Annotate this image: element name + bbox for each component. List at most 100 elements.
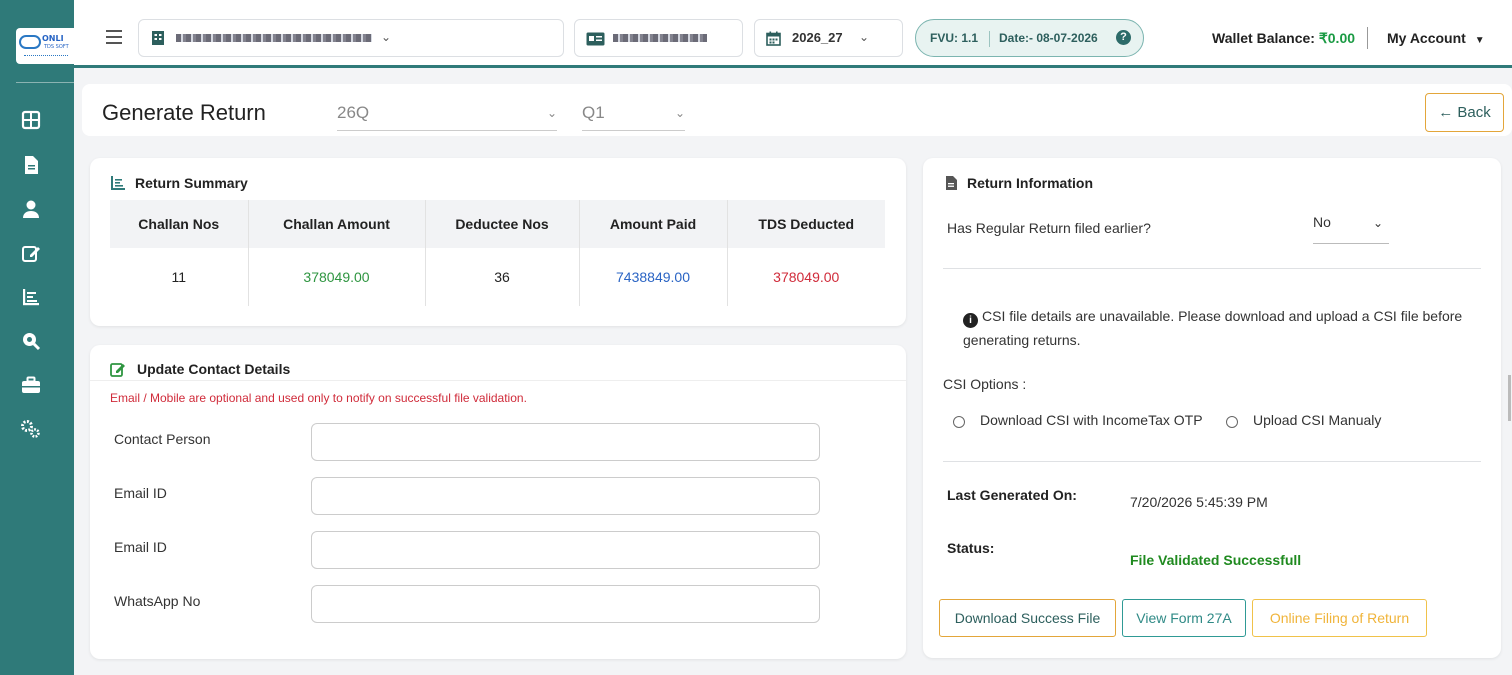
deductee-count: 36 (425, 248, 580, 306)
regular-return-question: Has Regular Return filed earlier? (947, 220, 1151, 236)
topbar-divider (1367, 27, 1368, 49)
csi-download-label[interactable]: Download CSI with IncomeTax OTP (980, 412, 1203, 428)
menu-toggle-icon[interactable] (106, 30, 122, 44)
return-summary-table: Challan Nos Challan Amount Deductee Nos … (110, 200, 885, 306)
return-summary-card: Return Summary Challan Nos Challan Amoun… (90, 158, 906, 326)
divider (943, 268, 1481, 269)
brand-line-1: ONLI (42, 34, 64, 43)
regular-return-select[interactable]: No ⌄ (1313, 214, 1389, 244)
chevron-down-icon: ⌄ (674, 106, 685, 120)
document-icon[interactable] (20, 154, 42, 176)
return-summary-title: Return Summary (135, 175, 248, 191)
csi-upload-radio[interactable] (1226, 416, 1238, 428)
user-icon[interactable] (20, 198, 42, 220)
csi-message: i CSI file details are unavailable. Pleas… (963, 304, 1463, 352)
redacted-tan (613, 34, 707, 42)
chevron-down-icon: ⌄ (1372, 216, 1383, 230)
form-type-select[interactable]: 26Q ⌄ (337, 103, 557, 131)
return-information-card: Return Information Has Regular Return fi… (923, 158, 1501, 658)
csi-download-radio[interactable] (953, 416, 965, 428)
amount-paid: 7438849.00 (579, 248, 728, 306)
whatsapp-label: WhatsApp No (114, 593, 201, 609)
settings-gears-icon[interactable] (20, 418, 42, 440)
csi-options-label: CSI Options : (943, 376, 1027, 392)
back-button-label: Back (1457, 104, 1491, 121)
status-value: File Validated Successfull (1130, 552, 1302, 568)
fvu-version: FVU: 1.1 (930, 31, 979, 45)
my-account-menu[interactable]: My Account ▼ (1387, 30, 1485, 46)
csi-message-text: CSI file details are unavailable. Please… (963, 308, 1463, 348)
tds-deducted: 378049.00 (773, 269, 840, 285)
my-account-label: My Account (1387, 30, 1466, 46)
brand-logo[interactable]: ONLI TDS SOFT (16, 28, 74, 64)
edit-icon[interactable] (20, 242, 42, 264)
sidebar-divider (16, 82, 74, 83)
view-form-27a-button[interactable]: View Form 27A (1122, 599, 1246, 637)
calendar-icon (766, 31, 781, 46)
redacted-deductor-name (176, 34, 372, 42)
csi-upload-label[interactable]: Upload CSI Manualy (1253, 412, 1381, 428)
whatsapp-input[interactable] (311, 585, 820, 623)
search-icon[interactable] (20, 330, 42, 352)
email-label-2: Email ID (114, 539, 167, 555)
info-icon: i (963, 313, 978, 328)
page-header: Generate Return 26Q ⌄ Q1 ⌄ ← Back (82, 84, 1512, 136)
status-label: Status: (947, 540, 995, 556)
regular-return-value: No (1313, 214, 1331, 230)
current-date: Date:- 08-07-2026 (999, 31, 1098, 45)
arrow-left-icon: ← (1438, 104, 1454, 121)
wallet-label: Wallet Balance: (1212, 30, 1315, 46)
divider (943, 461, 1481, 462)
last-generated-value: 7/20/2026 5:45:39 PM (1130, 494, 1268, 510)
logo-dots (24, 55, 68, 58)
cloud-logo-icon (19, 35, 41, 49)
email-field[interactable] (311, 477, 820, 515)
column-header: Challan Amount (248, 200, 426, 248)
edit-icon (110, 363, 125, 377)
last-generated-label: Last Generated On: (947, 487, 1077, 503)
financial-year-value: 2026_27 (792, 30, 843, 45)
contact-details-title: Update Contact Details (137, 361, 291, 377)
contact-note: Email / Mobile are optional and used onl… (110, 391, 527, 405)
id-card-icon (586, 32, 605, 46)
dashboard-icon[interactable] (20, 109, 42, 131)
document-icon (946, 176, 957, 190)
contact-details-card: Update Contact Details Email / Mobile ar… (90, 345, 906, 659)
form-type-value: 26Q (337, 103, 370, 122)
wallet-amount: ₹0.00 (1318, 30, 1356, 46)
contact-person-label: Contact Person (114, 431, 211, 447)
download-success-file-button[interactable]: Download Success File (939, 599, 1116, 637)
return-information-title: Return Information (967, 175, 1093, 191)
column-header: Deductee Nos (425, 200, 580, 248)
report-list-icon (111, 176, 125, 190)
challan-amount: 378049.00 (248, 248, 426, 306)
wallet-balance: Wallet Balance: ₹0.00 (1212, 30, 1355, 47)
challan-count: 11 (110, 248, 249, 306)
column-header: Challan Nos (110, 200, 249, 248)
help-icon[interactable]: ? (1116, 30, 1131, 45)
table-row: 11 378049.00 36 7438849.00 378049.00 (110, 248, 885, 306)
sidebar: ONLI TDS SOFT (0, 0, 74, 675)
fvu-date-badge: FVU: 1.1 Date:- 08-07-2026 ? (915, 19, 1144, 57)
briefcase-icon[interactable] (20, 374, 42, 396)
scrollbar[interactable] (1508, 375, 1511, 421)
column-header: Amount Paid (579, 200, 728, 248)
chevron-down-icon: ⌄ (546, 106, 557, 120)
brand-line-2: TDS SOFT (44, 44, 69, 50)
email-label: Email ID (114, 485, 167, 501)
email-field-2[interactable] (311, 531, 820, 569)
report-list-icon[interactable] (20, 286, 42, 308)
chevron-down-icon: ⌄ (381, 30, 392, 44)
chevron-down-icon: ⌄ (859, 30, 870, 44)
column-header: TDS Deducted (727, 200, 885, 248)
table-header-row: Challan Nos Challan Amount Deductee Nos … (110, 200, 885, 248)
quarter-select[interactable]: Q1 ⌄ (582, 103, 685, 131)
quarter-value: Q1 (582, 103, 605, 122)
contact-person-input[interactable] (311, 423, 820, 461)
caret-down-icon: ▼ (1474, 35, 1485, 46)
building-icon (152, 31, 164, 45)
back-button[interactable]: ← Back (1425, 93, 1504, 132)
online-filing-button[interactable]: Online Filing of Return (1252, 599, 1427, 637)
financial-year-selector[interactable]: 2026_27 ⌄ (754, 19, 903, 57)
page-title: Generate Return (102, 100, 266, 125)
